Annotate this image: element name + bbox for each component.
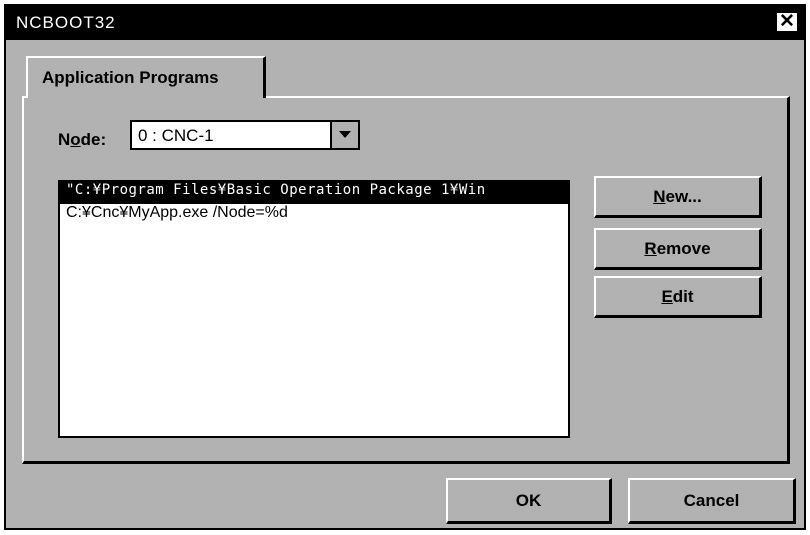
- dropdown-button[interactable]: [330, 122, 358, 148]
- node-label: Node:: [58, 130, 107, 149]
- tab-label: Application Programs: [42, 68, 219, 87]
- title-bar[interactable]: NCBOOT32 ✕: [6, 6, 804, 40]
- cancel-button[interactable]: Cancel: [628, 478, 796, 524]
- chevron-down-icon: [339, 131, 351, 138]
- node-selected-value: 0 : CNC-1: [138, 126, 214, 145]
- close-icon: ✕: [779, 11, 795, 32]
- ok-button[interactable]: OK: [446, 478, 612, 524]
- close-button[interactable]: ✕: [776, 11, 798, 32]
- remove-button[interactable]: Remove: [594, 228, 762, 270]
- list-item[interactable]: "C:¥Program Files¥Basic Operation Packag…: [60, 182, 568, 204]
- program-list[interactable]: "C:¥Program Files¥Basic Operation Packag…: [58, 180, 570, 438]
- new-button[interactable]: New...: [594, 176, 762, 218]
- node-select[interactable]: 0 : CNC-1: [130, 120, 360, 150]
- list-item[interactable]: C:¥Cnc¥MyApp.exe /Node=%d: [60, 204, 568, 226]
- window-title: NCBOOT32: [16, 13, 116, 32]
- tab-application-programs[interactable]: Application Programs: [26, 56, 266, 98]
- edit-button[interactable]: Edit: [594, 276, 762, 318]
